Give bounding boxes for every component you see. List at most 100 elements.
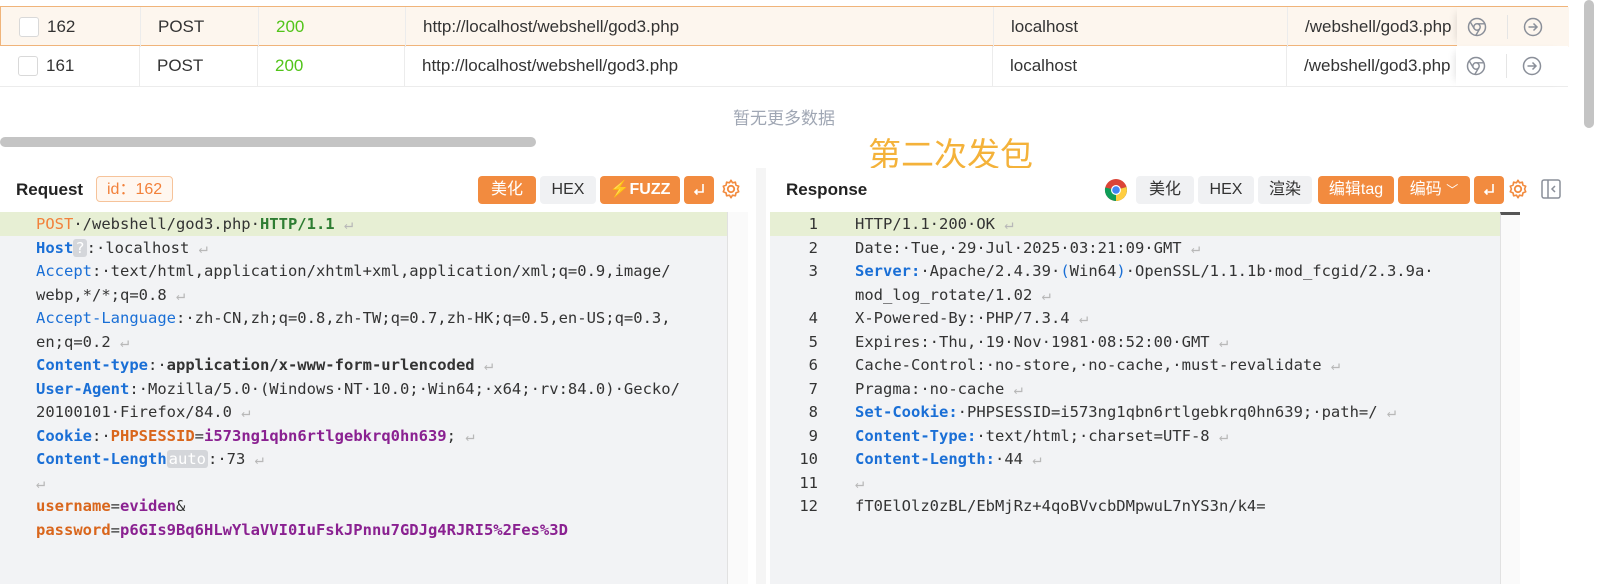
code-text: Content-type:·application/x-www-form-url… [36,353,493,377]
code-text: X-Powered-By:·PHP/7.3.4 ↵ [855,306,1088,330]
horizontal-scrollbar[interactable] [0,137,536,147]
code-line: 8 Set-Cookie:·PHPSESSID=i573ng1qbn6rtlgeb… [770,400,1520,424]
code-token: Accept [36,262,92,280]
wrap-button[interactable] [684,176,714,204]
code-token: ↵ [245,450,264,468]
table-row[interactable]: 161 POST 200 http://localhost/webshell/g… [0,46,1568,87]
code-line: Content-Length auto:·73 ↵ [0,447,748,471]
chrome-icon[interactable] [1104,178,1128,202]
code-token: ↵ [36,473,46,492]
code-line: POST·/webshell/god3.php·HTTP/1.1 ↵ [0,212,748,236]
code-line: username=eviden& [0,494,748,518]
code-token: ? [73,238,87,257]
code-line: 7 Pragma:·no-cache ↵ [770,377,1520,401]
row-checkbox[interactable] [19,17,39,37]
code-token: PHPSESSID [110,426,195,445]
line-number: 11 [799,473,818,492]
row-status: 200 [275,56,304,75]
code-token: ↵ [1321,356,1341,374]
response-panel-header: Response 美化 HEX 渲染 编辑tag 编码 ﹀ [770,168,1529,212]
wrap-icon [693,184,704,196]
table-row[interactable]: 162 POST 200 http://localhost/webshell/g… [0,6,1569,47]
code-token: :·zh-CN,zh;q=0.8,zh-TW;q=0.7,zh-HK;q=0.5… [175,309,671,327]
code-token: Content-type [36,356,148,374]
hex-button[interactable]: HEX [540,176,596,204]
row-checkbox[interactable] [18,56,38,76]
arrow-right-circle-icon[interactable] [1523,17,1543,37]
code-token: X-Powered-By:·PHP/7.3.4 [855,309,1070,327]
code-text: Cache-Control:·no-store,·no-cache,·must-… [855,353,1340,377]
code-token: Pragma:·no-cache [855,379,1005,398]
render-button[interactable]: 渲染 [1258,176,1312,204]
code-text: Expires:·Thu,·19·Nov·1981·08:52:00·GMT ↵ [855,330,1228,354]
code-token: ↵ [474,356,494,374]
panel-divider[interactable] [756,168,766,584]
request-editor[interactable]: POST·/webshell/god3.php·HTTP/1.1 ↵ Host?:… [0,212,748,584]
line-number: 5 [808,332,818,351]
code-token: HTTP/1.1 [259,215,335,233]
code-text: webp,*/*;q=0.8 ↵ [36,283,185,307]
code-token: ↵ [1209,332,1229,351]
code-line: Accept-Language:·zh-CN,zh;q=0.8,zh-TW;q=… [0,306,748,330]
line-number: 10 [799,450,818,468]
encode-dropdown[interactable]: 编码 ﹀ [1398,176,1470,204]
vertical-scrollbar[interactable] [1584,0,1594,128]
code-line: Cookie:·PHPSESSID=i573ng1qbn6rtlgebkrq0h… [0,424,748,448]
code-token: ↵ [110,332,130,351]
code-token: eviden [120,497,176,515]
chevron-down-icon: ﹀ [1446,183,1459,197]
code-token: ↵ [166,285,186,304]
code-line: password=p6GIs9Bq6HLwYlaVVI0IuFskJPnnu7G… [0,518,748,542]
code-token: Set-Cookie: [855,403,958,421]
code-line: 6 Cache-Control:·no-store,·no-cache,·must… [770,353,1520,377]
code-token: ↵ [456,426,475,445]
beautify-button[interactable]: 美化 [478,176,536,204]
row-host: localhost [1010,56,1078,75]
code-token: Cache-Control:·no-store,·no-cache,·must-… [855,356,1322,374]
code-token: ↵ [1004,379,1023,398]
code-token: ↵ [1181,238,1201,257]
code-token: Host [36,238,74,257]
code-token: en;q=0.2 [36,332,111,351]
code-text: User-Agent:·Mozilla/5.0·(Windows·NT·10.0… [36,377,680,401]
fuzz-button[interactable]: ⚡FUZZ [600,176,680,204]
row-id: 161 [46,56,75,75]
chrome-icon[interactable] [1467,17,1487,37]
code-text: Content-Type:·text/html;·charset=UTF-8 ↵ [855,424,1228,448]
request-panel-header: Request id：162 美化 HEX ⚡FUZZ [0,168,756,212]
code-token: ↵ [1032,285,1051,304]
panel-collapse-icon[interactable] [1540,178,1562,200]
code-text: en;q=0.2 ↵ [36,330,129,354]
request-title: Request [16,180,84,199]
code-text: username=eviden& [36,494,185,518]
gear-icon[interactable] [1507,178,1529,200]
gear-icon[interactable] [720,178,742,200]
arrow-right-circle-icon[interactable] [1522,56,1542,76]
beautify-button[interactable]: 美化 [1136,176,1194,204]
chrome-icon[interactable] [1466,56,1486,76]
code-token: ↵ [1377,403,1397,421]
code-text: Content-Length auto:·73 ↵ [36,447,264,471]
code-line: ↵ [0,471,748,495]
code-token: i573ng1qbn6rtlgebkrq0hn639 [204,426,447,445]
code-token: & [176,497,186,515]
code-token: application/x-www-form-urlencoded [166,356,475,374]
code-text: password=p6GIs9Bq6HLwYlaVVI0IuFskJPnnu7G… [36,518,568,542]
code-line: en;q=0.2 ↵ [0,330,748,354]
code-line: 3 Server:·Apache/2.4.39·(Win64)·OpenSSL/1… [770,259,1520,283]
row-id: 162 [47,17,76,36]
wrap-button[interactable] [1474,176,1504,204]
request-editor-scrollbar[interactable] [727,212,748,584]
code-token: Content-Length: [855,450,995,468]
code-text: 20100101·Firefox/84.0 ↵ [36,400,251,424]
response-panel: Response 美化 HEX 渲染 编辑tag 编码 ﹀ 1 HTTP/1.1·… [770,168,1529,584]
response-editor-scrollbar[interactable] [1500,212,1520,584]
line-number: 3 [808,262,818,280]
response-editor[interactable]: 1 HTTP/1.1·200·OK ↵ 2 Date:·Tue,·29·Jul·202… [770,212,1520,584]
line-number: 6 [808,356,818,374]
code-line: 2 Date:·Tue,·29·Jul·2025·03:21:09·GMT ↵ [770,236,1520,260]
hex-button[interactable]: HEX [1198,176,1254,204]
row-method: POST [157,56,204,75]
code-token: ) [1116,262,1126,280]
edit-tag-button[interactable]: 编辑tag [1318,176,1394,204]
